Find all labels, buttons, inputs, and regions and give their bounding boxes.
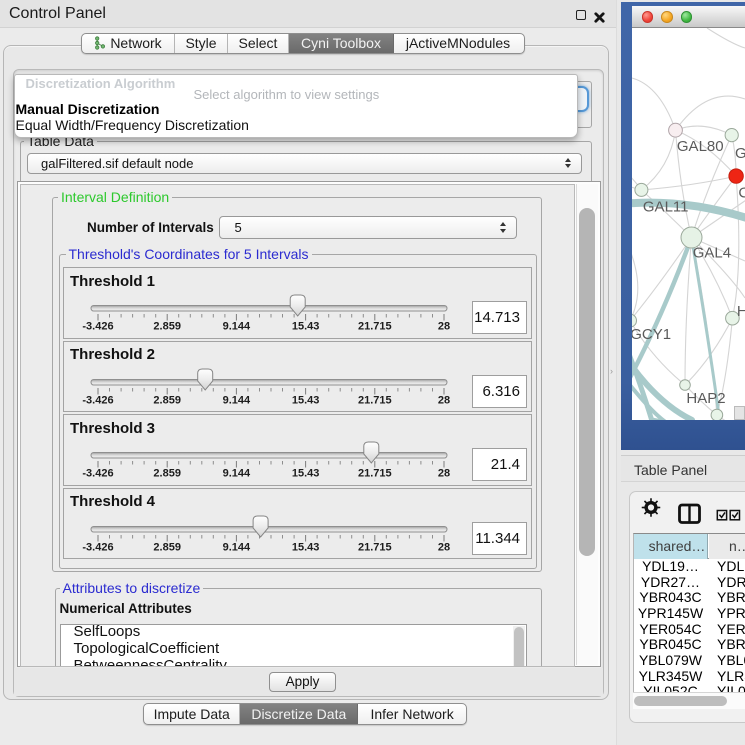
svg-text:9.144: 9.144: [223, 321, 251, 333]
svg-text:GCY1: GCY1: [632, 326, 671, 343]
svg-text:28: 28: [438, 468, 450, 480]
svg-text:-3.426: -3.426: [82, 468, 113, 480]
svg-text:9.144: 9.144: [223, 468, 251, 480]
svg-text:28: 28: [438, 394, 450, 406]
svg-text:HAP2: HAP2: [686, 390, 725, 407]
svg-text:2.859: 2.859: [153, 321, 181, 333]
svg-text:2.859: 2.859: [153, 541, 181, 553]
svg-text:15.43: 15.43: [292, 394, 320, 406]
svg-text:2.859: 2.859: [153, 468, 181, 480]
svg-text:-3.426: -3.426: [82, 541, 113, 553]
svg-text:9.144: 9.144: [223, 394, 251, 406]
svg-text:28: 28: [438, 321, 450, 333]
svg-text:-3.426: -3.426: [82, 321, 113, 333]
svg-text:21.715: 21.715: [358, 468, 392, 480]
svg-text:9.144: 9.144: [223, 541, 251, 553]
svg-text:GA: GA: [735, 145, 745, 162]
svg-text:28: 28: [438, 541, 450, 553]
svg-text:C: C: [738, 185, 745, 202]
svg-text:15.43: 15.43: [292, 321, 320, 333]
svg-text:15.43: 15.43: [292, 468, 320, 480]
svg-text:15.43: 15.43: [292, 541, 320, 553]
svg-text:GAL80: GAL80: [677, 138, 724, 155]
svg-text:21.715: 21.715: [358, 394, 392, 406]
svg-text:GAL4: GAL4: [693, 245, 731, 262]
svg-text:GAL11: GAL11: [643, 199, 689, 216]
svg-text:-3.426: -3.426: [82, 394, 113, 406]
svg-text:2.859: 2.859: [153, 394, 181, 406]
svg-text:21.715: 21.715: [358, 321, 392, 333]
svg-text:21.715: 21.715: [358, 541, 392, 553]
svg-text:H: H: [737, 303, 745, 320]
